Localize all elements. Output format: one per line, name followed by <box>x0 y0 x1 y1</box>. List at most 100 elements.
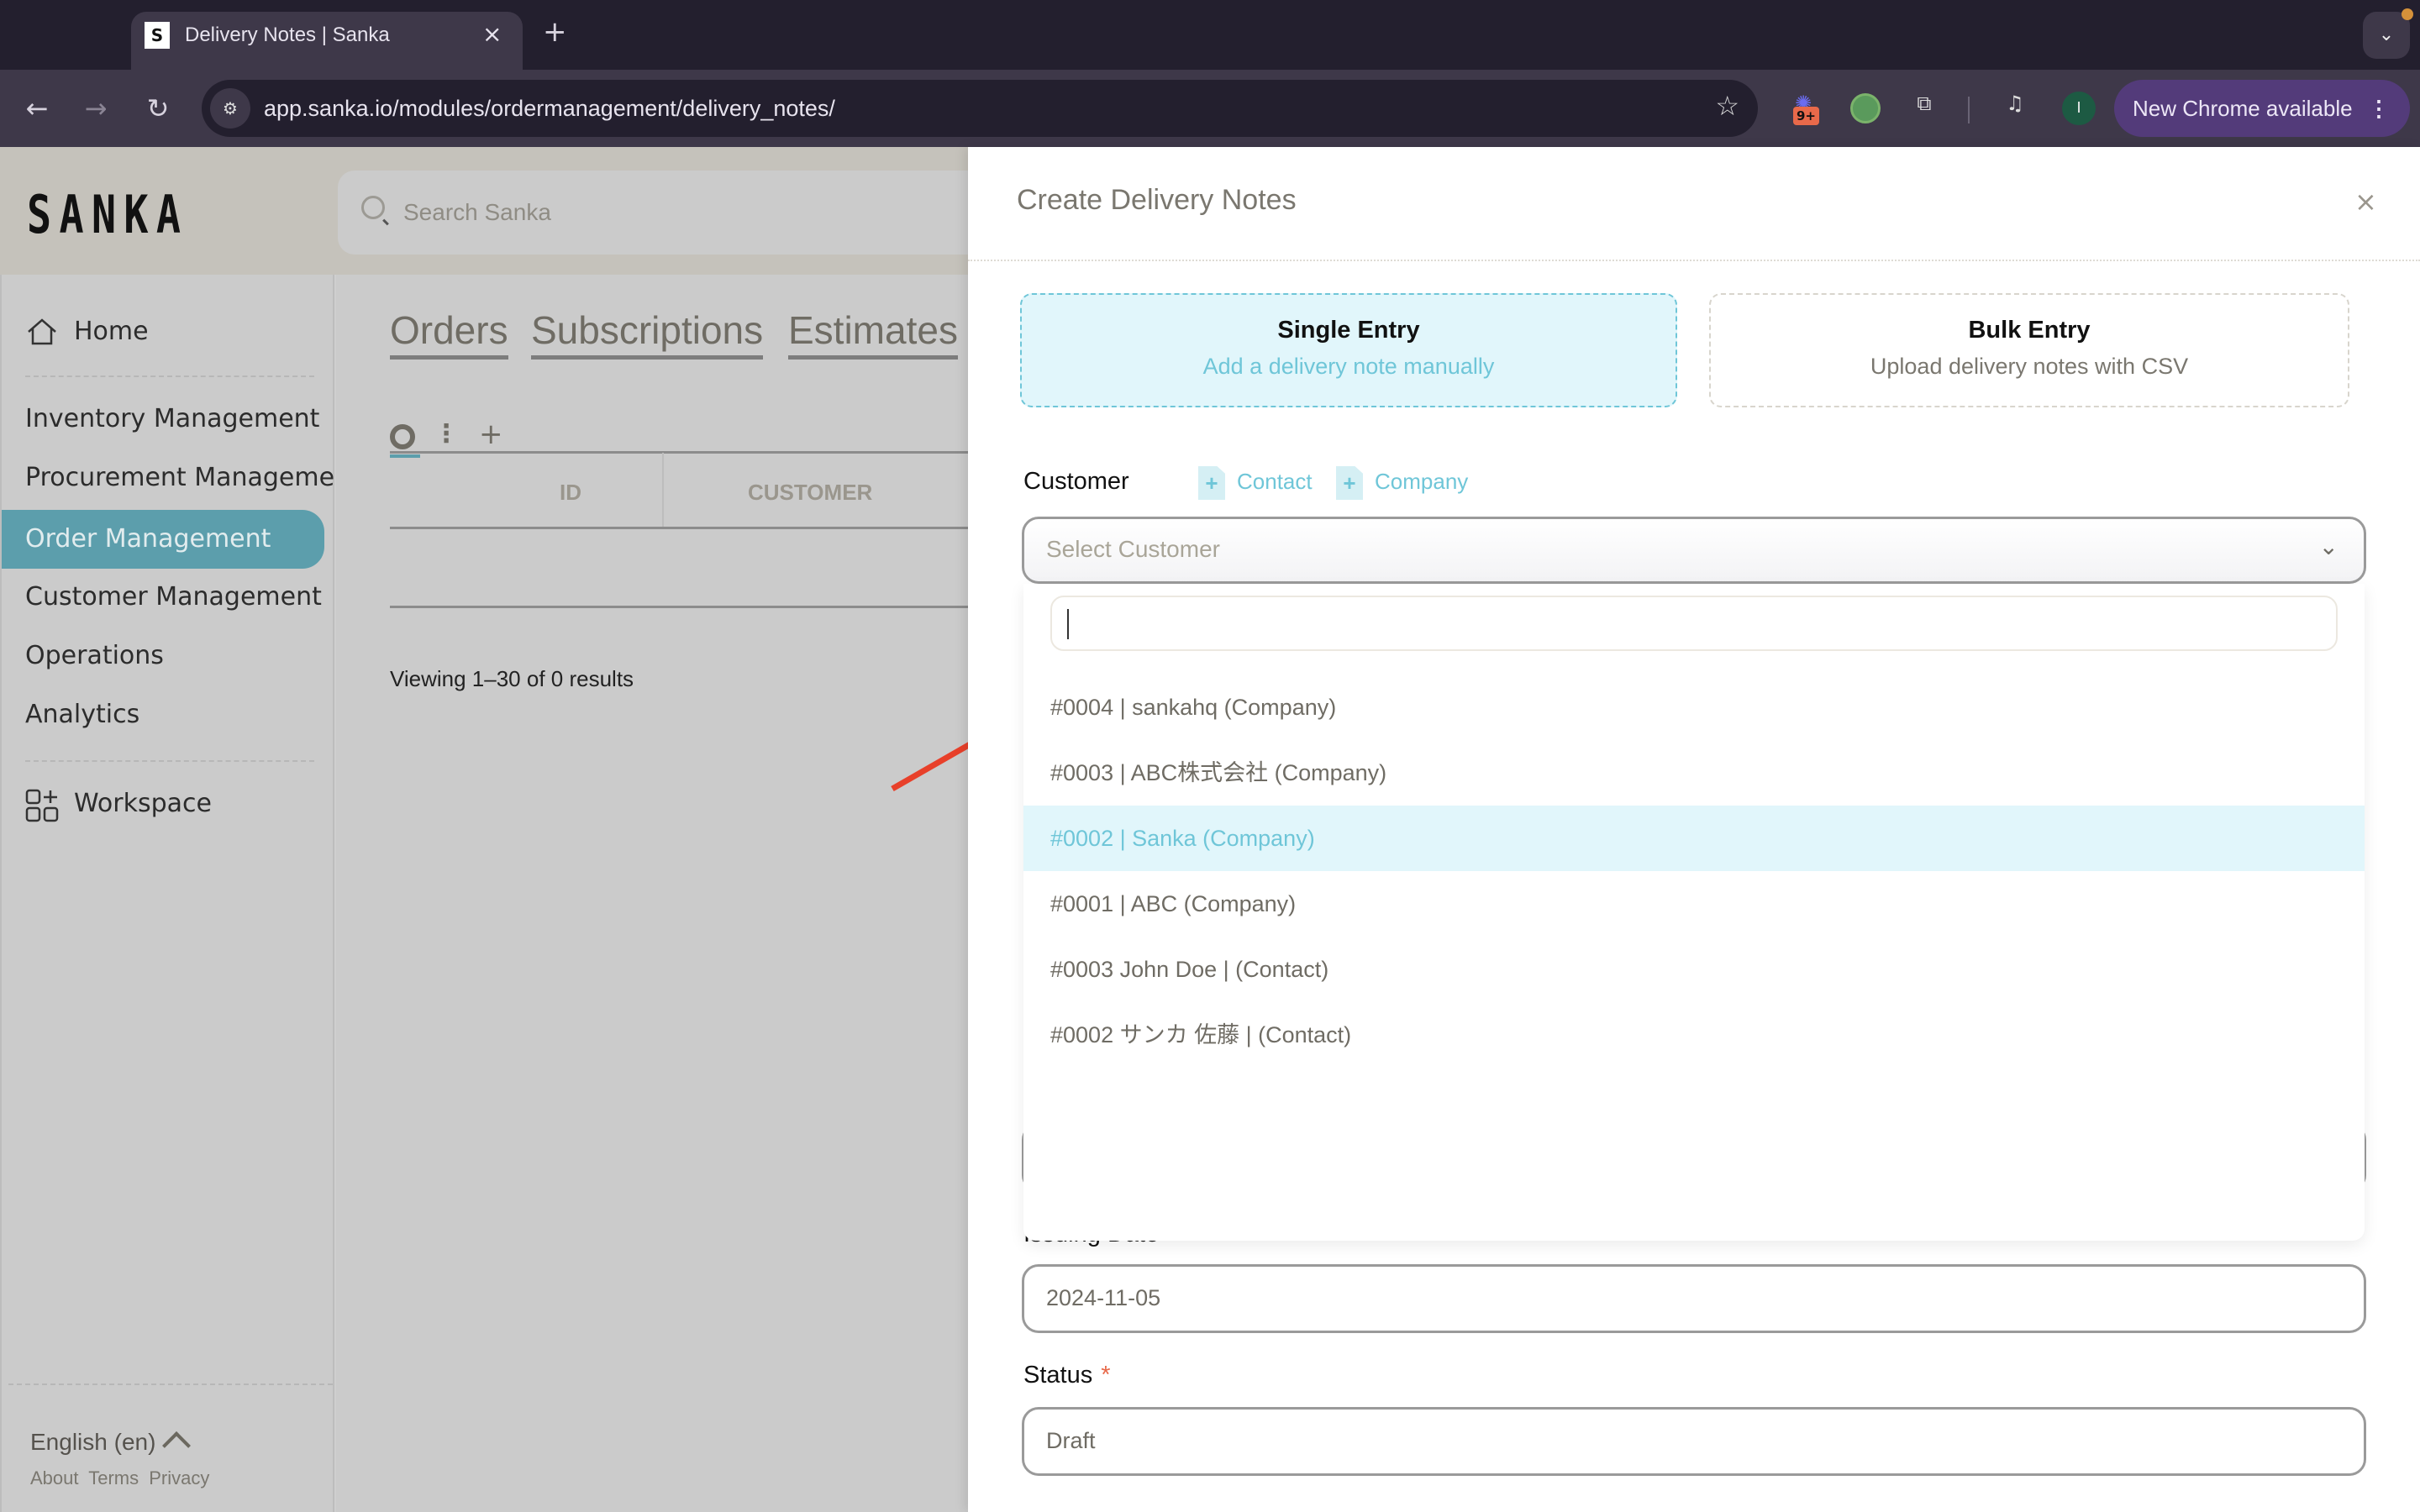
url-text[interactable]: app.sanka.io/modules/ordermanagement/del… <box>264 93 835 123</box>
active-view-indicator <box>390 454 420 458</box>
issuing-date-value: 2024-11-05 <box>1046 1285 1161 1310</box>
extensions-puzzle-icon[interactable]: ⧉ <box>1907 92 1941 125</box>
sidebar-item-procurement[interactable]: Procurement Managemen <box>25 459 350 496</box>
browser-tab-strip: S Delivery Notes | Sanka × + ⌄ <box>0 0 2420 71</box>
terms-link[interactable]: Terms <box>88 1467 139 1488</box>
search-icon <box>361 196 385 219</box>
reload-icon[interactable]: ↻ <box>138 88 178 129</box>
sidebar-item-customer[interactable]: Customer Management <box>25 579 322 616</box>
column-header-customer[interactable]: CUSTOMER <box>748 480 872 506</box>
extension-badge: 9+ <box>1793 107 1820 125</box>
customer-label: Customer <box>1023 468 1129 495</box>
sidebar-item-inventory[interactable]: Inventory Management <box>25 401 319 438</box>
update-label: New Chrome available <box>2133 96 2353 121</box>
sidebar-divider <box>25 375 314 377</box>
back-arrow-icon[interactable]: ← <box>17 88 57 129</box>
privacy-link[interactable]: Privacy <box>149 1467 209 1488</box>
media-control-icon[interactable]: ♫ <box>1998 92 2032 125</box>
extension-frog-icon[interactable] <box>1850 93 1881 123</box>
view-options-icon[interactable]: ⋮ <box>434 419 459 449</box>
issuing-date-input[interactable]: 2024-11-05 <box>1022 1264 2366 1333</box>
toolbar-divider <box>1968 97 1970 123</box>
add-company-plus-icon: + <box>1336 466 1363 500</box>
tab-title: Delivery Notes | Sanka <box>185 24 390 46</box>
sidebar-item-workspace[interactable]: Workspace <box>74 785 212 822</box>
sidebar: Home Inventory Management Procurement Ma… <box>0 275 350 1512</box>
customer-dropdown-menu: #0004 | sankahq (Company) #0003 | ABC株式会… <box>1023 584 2365 1241</box>
workspace-grid-icon <box>25 789 59 822</box>
add-company-label: Company <box>1375 468 1469 494</box>
status-label: Status * <box>1023 1362 1111 1389</box>
main-content: Orders Subscriptions Estimates ⋮ + ID CU… <box>336 275 978 1512</box>
profile-avatar[interactable]: I <box>2062 92 2096 125</box>
column-divider <box>662 453 664 528</box>
dropdown-option[interactable]: #0003 | ABC株式会社 (Company) <box>1023 740 2365 806</box>
view-circle-icon[interactable] <box>390 424 415 449</box>
app-header: SANKA Search Sanka <box>0 147 993 275</box>
dropdown-option[interactable]: #0004 | sankahq (Company) <box>1023 675 2365 740</box>
new-chrome-available-button[interactable]: New Chrome available ⋮ <box>2114 80 2410 137</box>
app-root: SANKA Search Sanka Home Inventory Manage… <box>0 147 2420 1512</box>
sidebar-item-operations[interactable]: Operations <box>25 638 164 675</box>
tab-close-icon[interactable]: × <box>482 20 502 49</box>
column-header-id[interactable]: ID <box>560 480 581 506</box>
single-entry-title: Single Entry <box>1277 317 1420 344</box>
dropdown-option[interactable]: #0002 サンカ 佐藤 | (Contact) <box>1023 1002 2365 1068</box>
chevron-up-icon[interactable] <box>162 1431 191 1460</box>
required-marker: * <box>1101 1362 1111 1389</box>
add-company-button[interactable]: + Company <box>1336 466 1468 500</box>
chevron-down-icon[interactable]: ⌄ <box>2319 533 2338 560</box>
panel-title: Create Delivery Notes <box>1017 184 1297 216</box>
table-header-border <box>390 527 978 529</box>
panel-header-divider <box>968 260 2420 261</box>
single-entry-card[interactable]: Single Entry Add a delivery note manuall… <box>1020 293 1677 407</box>
sidebar-footer-divider <box>8 1383 333 1385</box>
sidebar-item-home[interactable]: Home <box>74 313 149 350</box>
sidebar-item-analytics[interactable]: Analytics <box>25 696 139 733</box>
table-bottom-border <box>390 606 978 608</box>
bulk-entry-subtitle: Upload delivery notes with CSV <box>1870 354 2189 379</box>
status-input[interactable]: Draft <box>1022 1407 2366 1476</box>
table-top-border <box>390 451 978 454</box>
sanka-logo[interactable]: SANKA <box>27 184 188 245</box>
more-vert-icon[interactable]: ⋮ <box>2368 80 2390 137</box>
about-link[interactable]: About <box>30 1467 79 1488</box>
add-contact-button[interactable]: + Contact <box>1198 466 1313 500</box>
bulk-entry-title: Bulk Entry <box>1968 317 2091 344</box>
favicon-icon: S <box>145 22 170 49</box>
forward-arrow-icon[interactable]: → <box>76 88 116 129</box>
dropdown-option[interactable]: #0002 | Sanka (Company) <box>1023 806 2365 871</box>
bookmark-star-icon[interactable]: ☆ <box>1715 90 1739 122</box>
close-icon[interactable]: × <box>2354 186 2377 218</box>
add-contact-plus-icon: + <box>1198 466 1225 500</box>
tab-subscriptions[interactable]: Subscriptions <box>531 307 764 360</box>
dropdown-search-input[interactable] <box>1050 596 2338 651</box>
create-delivery-notes-panel: Create Delivery Notes × Single Entry Add… <box>968 147 2420 1512</box>
dropdown-option[interactable]: #0001 | ABC (Company) <box>1023 871 2365 937</box>
search-placeholder: Search Sanka <box>403 199 551 225</box>
address-bar[interactable]: ⚙ app.sanka.io/modules/ordermanagement/d… <box>202 80 1758 137</box>
text-caret <box>1067 609 1069 639</box>
status-label-text: Status <box>1023 1362 1093 1389</box>
customer-select-placeholder: Select Customer <box>1046 536 1220 562</box>
add-view-icon[interactable]: + <box>479 417 503 451</box>
new-tab-button[interactable]: + <box>543 15 567 49</box>
sidebar-divider <box>25 760 314 762</box>
tab-estimates[interactable]: Estimates <box>788 307 958 360</box>
single-entry-subtitle: Add a delivery note manually <box>1202 354 1495 379</box>
bulk-entry-card[interactable]: Bulk Entry Upload delivery notes with CS… <box>1709 293 2349 407</box>
footer-links: About Terms Privacy <box>30 1467 214 1489</box>
global-search[interactable]: Search Sanka <box>338 171 993 255</box>
browser-tab[interactable]: S Delivery Notes | Sanka × <box>131 12 523 71</box>
notification-dot <box>2402 8 2413 20</box>
sidebar-item-order-management[interactable]: Order Management <box>2 510 324 569</box>
add-contact-label: Contact <box>1237 468 1313 494</box>
home-icon <box>28 318 56 345</box>
dropdown-option[interactable]: #0003 John Doe | (Contact) <box>1023 937 2365 1002</box>
tab-orders[interactable]: Orders <box>390 307 508 360</box>
results-count: Viewing 1–30 of 0 results <box>390 666 634 691</box>
customer-select[interactable]: Select Customer ⌄ <box>1022 517 2366 584</box>
site-info-icon[interactable]: ⚙ <box>210 88 250 129</box>
language-selector[interactable]: English (en) <box>30 1429 155 1456</box>
browser-toolbar: ← → ↻ ⚙ app.sanka.io/modules/ordermanage… <box>0 70 2420 147</box>
